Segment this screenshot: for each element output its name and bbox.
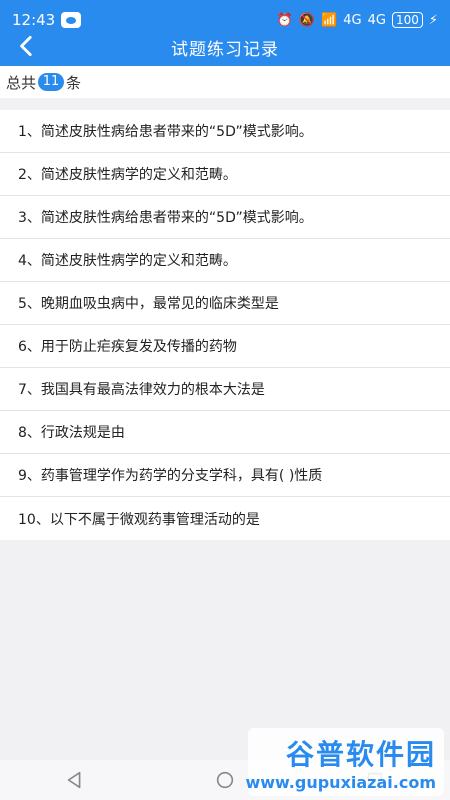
watermark-title: 谷普软件园 xyxy=(285,737,436,771)
list-item[interactable]: 7、我国具有最高法律效力的根本大法是 xyxy=(0,368,450,411)
list-item[interactable]: 8、行政法规是由 xyxy=(0,411,450,454)
alarm-icon: ⏰ xyxy=(276,12,293,28)
list-item[interactable]: 5、晚期血吸虫病中，最常见的临床类型是 xyxy=(0,282,450,325)
back-arrow-icon[interactable] xyxy=(14,33,40,59)
total-summary: 总共 11 条 xyxy=(0,66,450,98)
app-bar: 试题练习记录 xyxy=(0,35,450,66)
status-right: ⏰ 🔕 📶 4G 4G 100 ⚡ xyxy=(277,12,438,28)
list-item[interactable]: 4、简述皮肤性病学的定义和范畴。 xyxy=(0,239,450,282)
charging-icon: ⚡ xyxy=(428,12,438,28)
list-item[interactable]: 6、用于防止疟疾复发及传播的药物 xyxy=(0,325,450,368)
count-badge: 11 xyxy=(38,73,65,91)
app-bar-inner: 试题练习记录 xyxy=(0,28,450,66)
list-item[interactable]: 10、以下不属于微观药事管理活动的是 xyxy=(0,497,450,540)
list-item[interactable]: 3、简述皮肤性病给患者带来的“5D”模式影响。 xyxy=(0,196,450,239)
status-left: 12:43 xyxy=(12,11,82,29)
summary-suffix: 条 xyxy=(66,73,82,92)
list-item[interactable]: 2、简述皮肤性病学的定义和范畴。 xyxy=(0,153,450,196)
mute-icon: 🔕 xyxy=(298,12,316,28)
triangle-back-icon xyxy=(67,771,81,789)
nav-home-button[interactable] xyxy=(211,766,239,794)
summary-prefix: 总共 xyxy=(6,73,37,92)
list-item[interactable]: 9、药事管理学作为药学的分支学科，具有( )性质 xyxy=(0,454,450,497)
watermark-url: www.gupuxiazai.com xyxy=(245,772,436,792)
signal-1-label: 4G xyxy=(343,12,362,28)
record-list: 1、简述皮肤性病给患者带来的“5D”模式影响。 2、简述皮肤性病学的定义和范畴。… xyxy=(0,110,450,540)
circle-home-icon xyxy=(216,771,234,789)
wechat-icon xyxy=(61,12,82,28)
nav-back-button[interactable] xyxy=(61,766,89,794)
signal-2-label: 4G xyxy=(367,12,386,28)
wifi-icon: 📶 xyxy=(321,12,338,28)
page-title: 试题练习记录 xyxy=(171,39,279,60)
list-item[interactable]: 1、简述皮肤性病给患者带来的“5D”模式影响。 xyxy=(0,110,450,153)
watermark-logo: 谷普软件园 www.gupuxiazai.com xyxy=(245,728,444,796)
battery-level: 100 xyxy=(391,12,423,28)
status-time: 12:43 xyxy=(12,11,56,29)
